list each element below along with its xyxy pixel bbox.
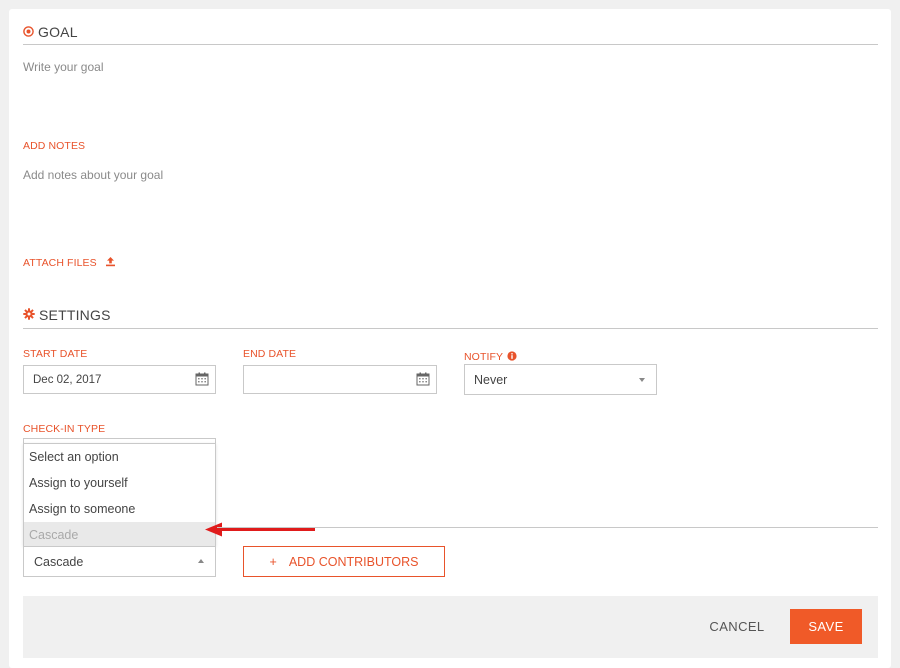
- dropdown-option[interactable]: Assign to yourself: [24, 470, 215, 496]
- annotation-arrow: [205, 522, 315, 537]
- target-icon: [23, 24, 34, 40]
- goal-input[interactable]: Write your goal: [23, 60, 523, 74]
- end-date-input[interactable]: [243, 365, 437, 394]
- plus-icon: +: [269, 554, 277, 569]
- settings-divider: [23, 328, 878, 329]
- settings-section-title: SETTINGS: [23, 307, 111, 323]
- chevron-up-icon: [198, 559, 204, 563]
- notify-select[interactable]: Never: [464, 364, 657, 395]
- cancel-button[interactable]: CANCEL: [700, 613, 774, 640]
- contributors-divider: [217, 527, 878, 528]
- check-in-type-dropdown: Select an option Assign to yourself Assi…: [23, 443, 216, 548]
- goal-section-title: GOAL: [23, 24, 78, 40]
- add-notes-label: ADD NOTES: [23, 140, 86, 152]
- check-in-type-select[interactable]: Cascade: [23, 546, 216, 577]
- start-date-input[interactable]: Dec 02, 2017: [23, 365, 216, 394]
- calendar-icon[interactable]: [416, 372, 430, 389]
- goal-divider: [23, 44, 878, 45]
- check-in-type-label: CHECK-IN TYPE: [23, 423, 106, 435]
- dropdown-option-cascade: Cascade: [24, 522, 215, 548]
- calendar-icon[interactable]: [195, 372, 209, 389]
- end-date-label: END DATE: [243, 348, 297, 360]
- chevron-down-icon: [639, 378, 645, 382]
- dropdown-option[interactable]: Assign to someone: [24, 496, 215, 522]
- gear-icon: [23, 307, 35, 323]
- save-button[interactable]: SAVE: [790, 609, 862, 644]
- attach-files-button[interactable]: ATTACH FILES: [23, 254, 116, 272]
- dropdown-option[interactable]: Select an option: [24, 444, 215, 470]
- notes-input[interactable]: Add notes about your goal: [23, 168, 523, 182]
- start-date-label: START DATE: [23, 348, 88, 360]
- add-contributors-button[interactable]: + ADD CONTRIBUTORS: [243, 546, 445, 577]
- upload-icon: [105, 254, 116, 272]
- notify-label: NOTIFY: [464, 351, 504, 363]
